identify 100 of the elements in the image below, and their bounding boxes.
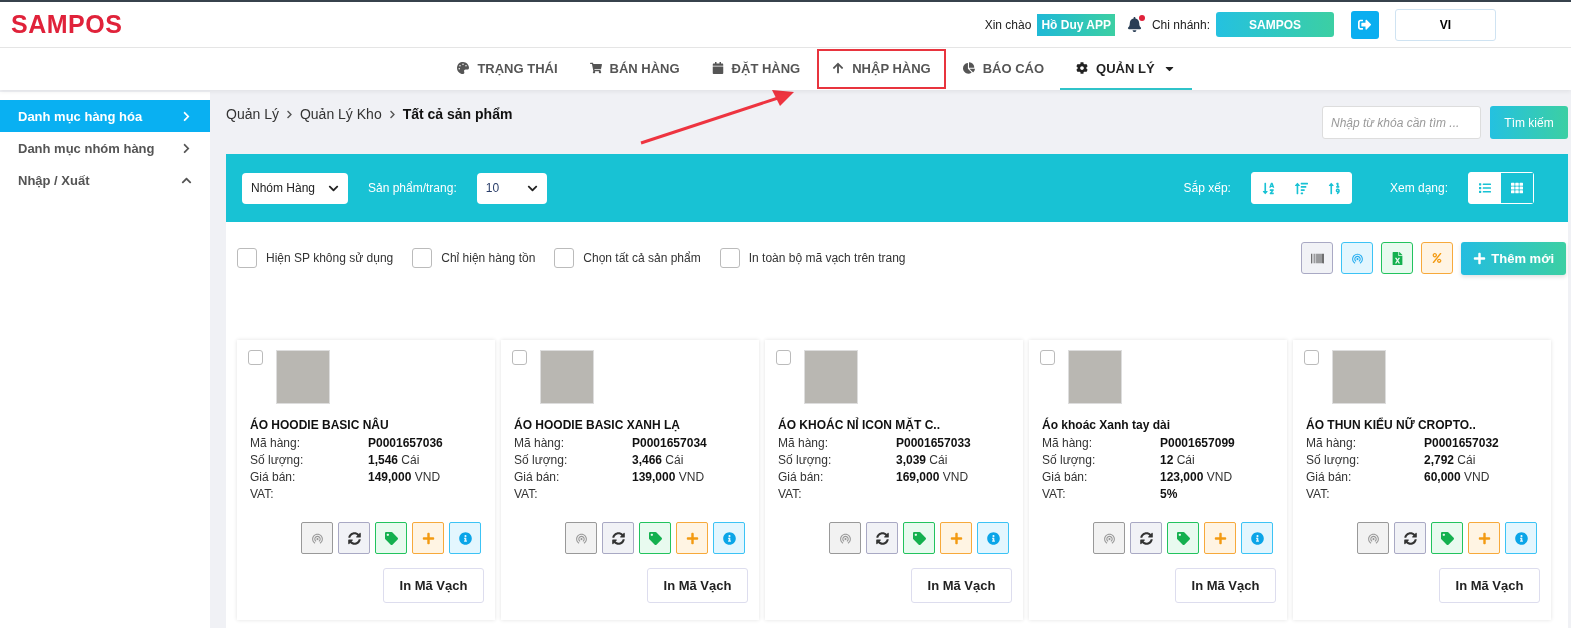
field-label: Số lượng: (778, 452, 833, 467)
rfid-icon[interactable] (1357, 522, 1389, 554)
user-name-tag: Hồ Duy APP (1037, 13, 1115, 36)
field-value: 60,000 VND (1424, 469, 1490, 484)
chevron-right-icon (284, 109, 294, 119)
sort-label: Sắp xếp: (1183, 181, 1231, 195)
logout-button[interactable] (1351, 10, 1379, 39)
sync-icon[interactable] (1130, 522, 1162, 554)
nav-icon (832, 62, 845, 74)
info-icon[interactable] (1505, 522, 1537, 554)
tag-icon[interactable] (1167, 522, 1199, 554)
field-value: 169,000 VND (896, 469, 969, 484)
breadcrumb-item[interactable]: Quản Lý (226, 106, 279, 122)
grid-view-button[interactable] (1501, 173, 1533, 203)
nav-tab[interactable]: QUẢN LÝ (1060, 48, 1192, 90)
rfid-icon[interactable] (565, 522, 597, 554)
field-label: Mã hàng: (1306, 435, 1358, 450)
percent-icon[interactable] (1421, 242, 1454, 274)
field-label: Mã hàng: (778, 435, 830, 450)
field-label: VAT: (514, 486, 539, 501)
tag-icon[interactable] (903, 522, 935, 554)
nav-tab[interactable]: NHẬP HÀNG (816, 48, 947, 90)
product-name: ÁO HOODIE BASIC XANH LẠ (514, 418, 681, 432)
field-value: P0001657034 (632, 435, 707, 450)
field-label: VAT: (1306, 486, 1331, 501)
tag-icon[interactable] (1431, 522, 1463, 554)
barcode-icon[interactable] (1301, 242, 1334, 274)
product-checkbox[interactable] (776, 350, 791, 365)
product-name: ÁO HOODIE BASIC NÂU (250, 418, 390, 432)
per-page-select[interactable]: 10 (476, 172, 547, 204)
photo-placeholder (276, 350, 330, 404)
filter-checkbox[interactable]: Chỉ hiện hàng tồn (412, 248, 536, 268)
nav-icon (962, 62, 975, 74)
rfid-icon[interactable] (1093, 522, 1125, 554)
plus-icon[interactable] (676, 522, 708, 554)
plus-icon[interactable] (940, 522, 972, 554)
notification-bell-icon[interactable] (1126, 17, 1142, 32)
sync-icon[interactable] (338, 522, 370, 554)
excel-icon[interactable] (1381, 242, 1414, 274)
filter-checkbox[interactable]: In toàn bộ mã vạch trên trang (719, 248, 906, 268)
field-value: 3,039 Cái (896, 452, 948, 467)
field-label: Số lượng: (250, 452, 305, 467)
product-checkbox[interactable] (1040, 350, 1055, 365)
sync-icon[interactable] (866, 522, 898, 554)
print-barcode-button[interactable]: In Mã Vạch (647, 568, 748, 603)
product-checkbox[interactable] (1304, 350, 1319, 365)
plus-icon[interactable] (1468, 522, 1500, 554)
list-icon (1479, 182, 1491, 194)
filter-checkbox[interactable]: Chọn tất cả sản phẩm (554, 248, 701, 268)
logout-icon (1358, 17, 1372, 32)
group-select[interactable]: Nhóm Hàng (242, 172, 348, 204)
tag-icon[interactable] (375, 522, 407, 554)
field-value: 3,466 Cái (632, 452, 684, 467)
view-label: Xem dạng: (1389, 181, 1448, 195)
field-value: 5% (1160, 486, 1178, 501)
sync-icon[interactable] (602, 522, 634, 554)
field-label: Số lượng: (514, 452, 569, 467)
sidebar-item[interactable]: Nhập / Xuất (0, 164, 210, 196)
sync-icon[interactable] (1394, 522, 1426, 554)
rfid-icon[interactable] (1341, 242, 1374, 274)
breadcrumb-item[interactable]: Quản Lý Kho (299, 106, 382, 122)
nav-tab[interactable]: BÁO CÁO (946, 48, 1061, 90)
plus-icon[interactable] (412, 522, 444, 554)
tag-icon[interactable] (639, 522, 671, 554)
plus-icon (1473, 251, 1487, 265)
field-label: Giá bán: (1042, 469, 1089, 484)
field-value: 139,000 VND (632, 469, 705, 484)
filter-checkbox[interactable]: Hiện SP không sử dụng (237, 248, 394, 268)
info-icon[interactable] (1241, 522, 1273, 554)
search-field[interactable]: Nhập từ khóa cần tìm ... (1322, 106, 1481, 139)
field-label: Giá bán: (778, 469, 825, 484)
print-barcode-button[interactable]: In Mã Vạch (383, 568, 484, 603)
breadcrumb-item: Tất cả sản phẩm (402, 106, 513, 122)
sidebar-item[interactable]: Danh mục nhóm hàng (0, 132, 210, 164)
per-page-label: Sản phẩm/trang: (368, 181, 457, 195)
field-value: 123,000 VND (1160, 469, 1233, 484)
photo-placeholder (804, 350, 858, 404)
field-value: P0001657099 (1160, 435, 1235, 450)
info-icon[interactable] (449, 522, 481, 554)
photo-placeholder (1068, 350, 1122, 404)
field-label: Giá bán: (1306, 469, 1353, 484)
nav-tab[interactable]: TRẠNG THÁI (441, 48, 574, 90)
info-icon[interactable] (713, 522, 745, 554)
nav-icon (457, 62, 470, 74)
plus-icon[interactable] (1204, 522, 1236, 554)
print-barcode-button[interactable]: In Mã Vạch (1175, 568, 1276, 603)
field-label: VAT: (1042, 486, 1067, 501)
product-checkbox[interactable] (512, 350, 527, 365)
print-barcode-button[interactable]: In Mã Vạch (1439, 568, 1540, 603)
nav-tab[interactable]: BÁN HÀNG (573, 48, 696, 90)
rfid-icon[interactable] (829, 522, 861, 554)
language-button[interactable]: VI (1395, 8, 1496, 41)
product-checkbox[interactable] (248, 350, 263, 365)
rfid-icon[interactable] (301, 522, 333, 554)
field-value: P0001657032 (1424, 435, 1499, 450)
print-barcode-button[interactable]: In Mã Vạch (911, 568, 1012, 603)
nav-tab[interactable]: ĐẶT HÀNG (695, 48, 817, 90)
info-icon[interactable] (977, 522, 1009, 554)
field-value: 149,000 VND (368, 469, 441, 484)
chevron-right-icon (181, 142, 192, 154)
